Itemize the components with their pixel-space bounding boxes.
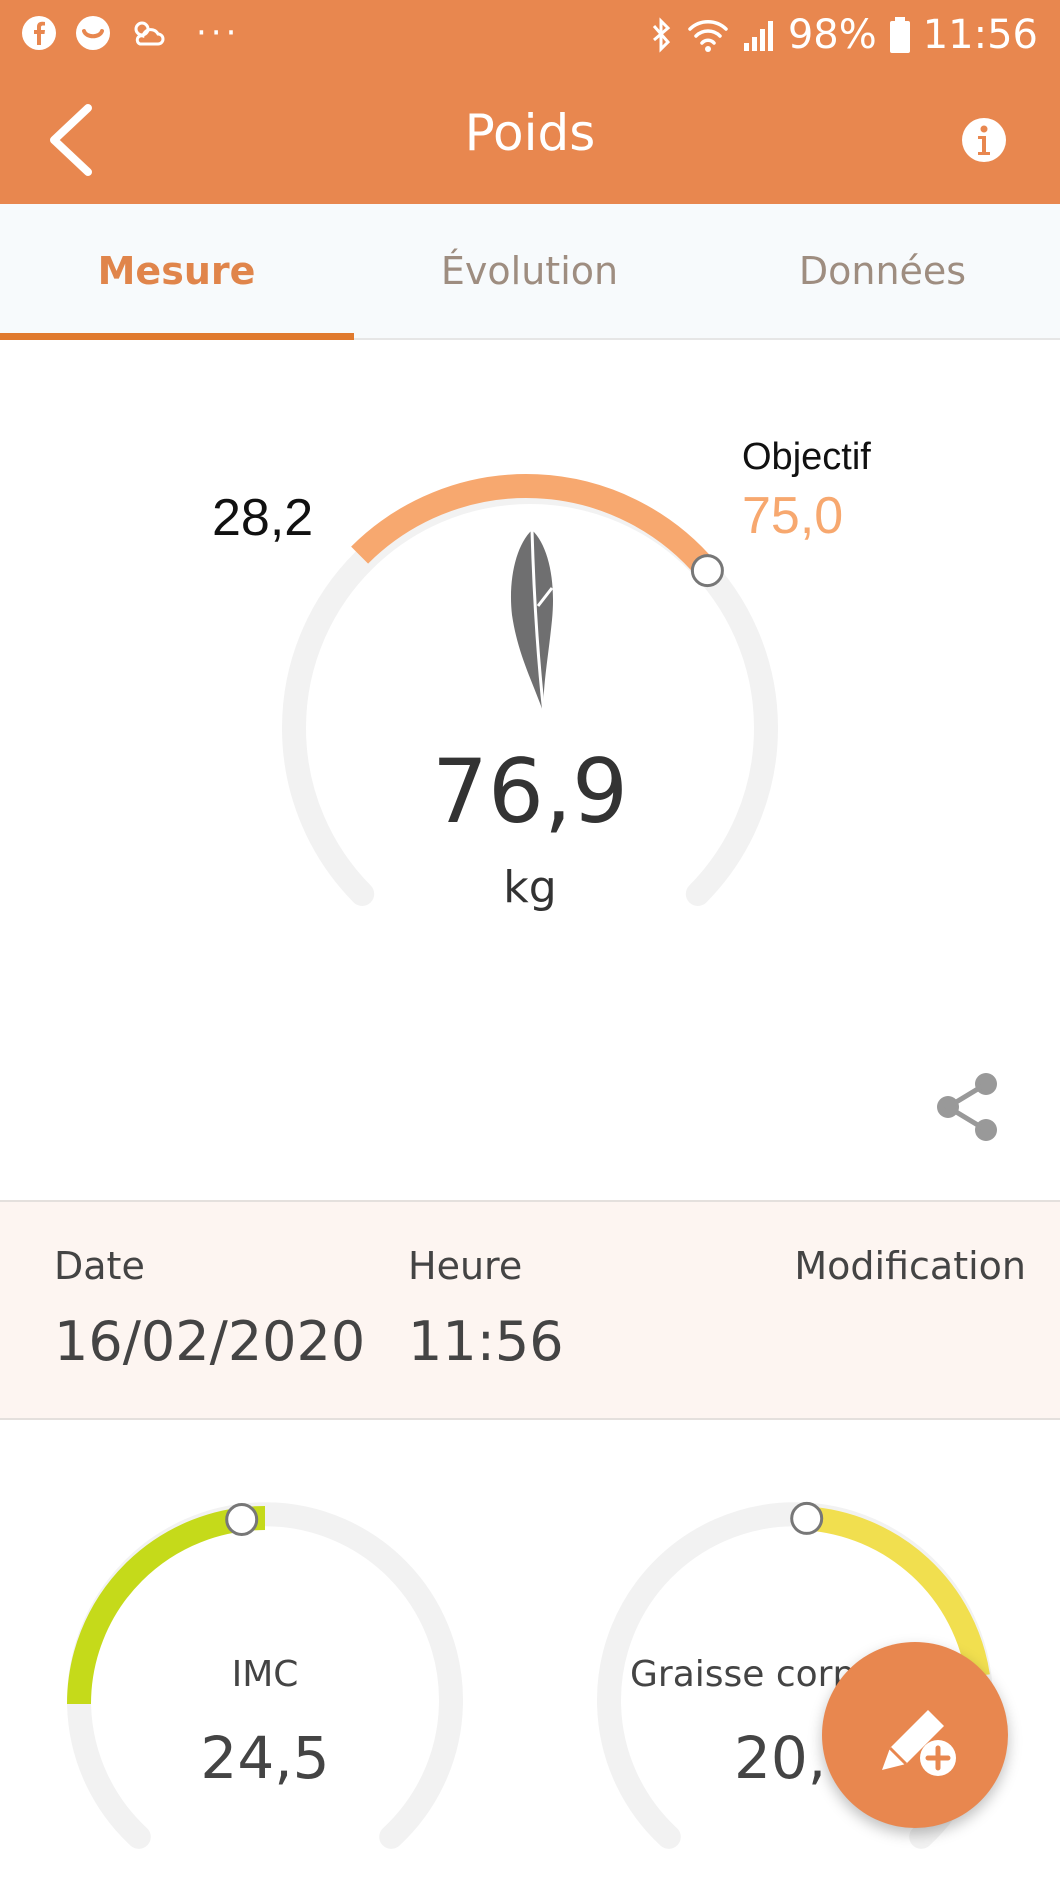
weight-unit: kg — [503, 862, 557, 913]
body-fat-label: Graisse corp — [630, 1654, 856, 1695]
measurement-info: Date 16/02/2020 Heure 11:56 Modification — [0, 1200, 1060, 1420]
body-fat-value: 20, — [734, 1724, 827, 1792]
add-measurement-button[interactable] — [822, 1642, 1008, 1828]
date-value: 16/02/2020 — [54, 1310, 366, 1373]
time-value: 11:56 — [408, 1310, 564, 1373]
time-label: Heure — [408, 1244, 523, 1288]
goal-label: Objectif — [742, 436, 871, 478]
bmi-label: IMC — [231, 1654, 299, 1695]
weight-gauge — [282, 474, 778, 906]
body-fat-marker — [790, 1501, 824, 1535]
goal-value: 75,0 — [742, 487, 844, 545]
bmi-value: 24,5 — [200, 1724, 330, 1792]
feather-icon — [510, 529, 554, 715]
weight-value: 76,9 — [432, 740, 628, 843]
modification-button[interactable]: Modification — [794, 1244, 1026, 1288]
gauge-left-value: 28,2 — [212, 489, 314, 547]
share-icon[interactable] — [934, 1072, 1000, 1142]
bmi-marker — [225, 1503, 259, 1536]
edit-add-icon — [882, 1710, 956, 1776]
goal-marker — [690, 554, 724, 588]
date-label: Date — [54, 1244, 145, 1288]
